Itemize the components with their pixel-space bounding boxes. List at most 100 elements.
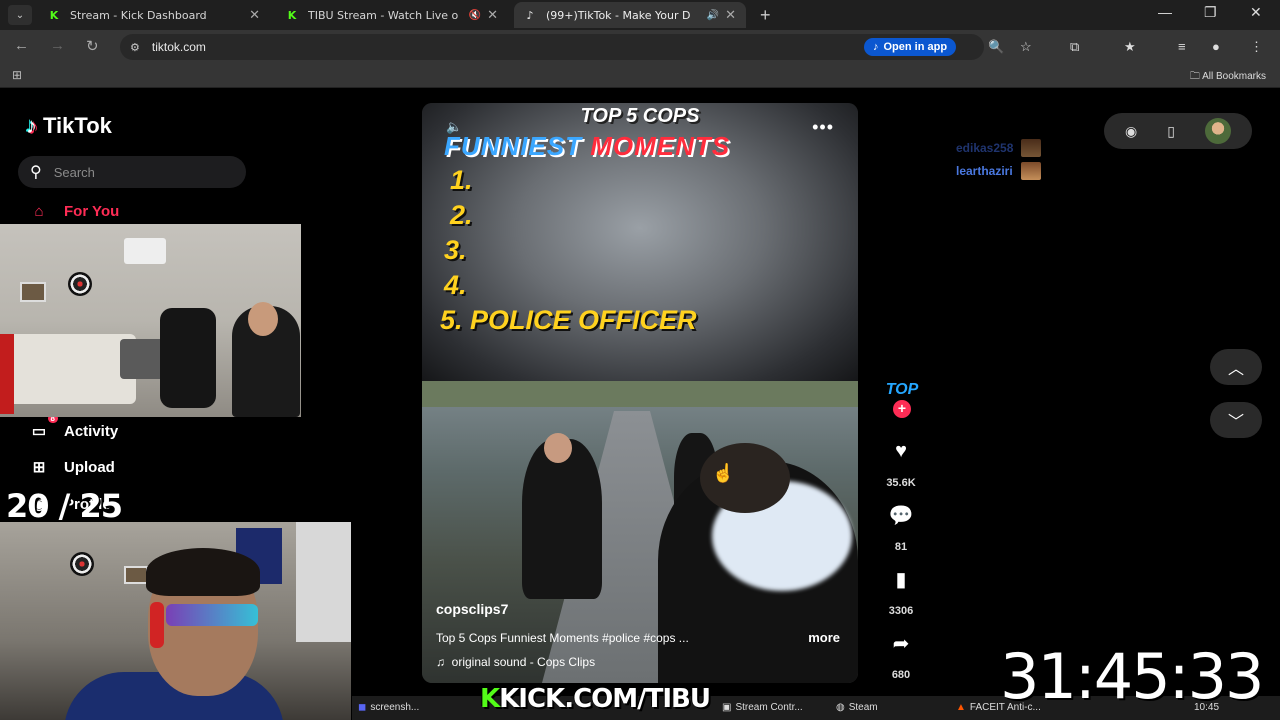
stream-timer: 31:45:33 <box>1000 640 1264 713</box>
taskbar-item-steam[interactable]: ◍ Steam <box>836 702 878 713</box>
site-info-icon[interactable]: ⚙ <box>130 41 140 54</box>
tab-search-button[interactable]: ⌄ <box>8 5 32 25</box>
video-title-line1: TOP 5 COPS <box>580 105 700 127</box>
kick-logo-letter: K <box>480 684 500 714</box>
forward-icon[interactable]: → <box>50 37 65 54</box>
comment-count: 81 <box>894 541 908 553</box>
dartboard <box>70 552 94 576</box>
chat-message: learthaziri <box>956 162 1041 180</box>
comment-icon: 💬 <box>877 491 925 539</box>
user-avatar[interactable] <box>1204 118 1231 144</box>
bookmark-icon: ▮ <box>877 555 925 603</box>
sidebar-item-activity[interactable]: ▭ 8 Activity <box>28 414 118 440</box>
media-control-icon[interactable]: ≡ <box>1178 39 1186 54</box>
bookmark-star-icon[interactable]: ☆ <box>1020 39 1032 55</box>
taskbar-item-stream-control[interactable]: ▣ Stream Contr... <box>722 702 803 713</box>
upload-icon: ⊞ <box>32 459 46 476</box>
tab-strip: ⌄ K Stream - Kick Dashboard ✕ K TIBU Str… <box>0 0 1280 30</box>
volume-icon[interactable]: 🔈 <box>446 119 462 135</box>
title-funniest: FUNNIEST <box>444 131 582 161</box>
air-conditioner <box>124 238 166 264</box>
follow-plus-icon[interactable]: + <box>893 400 911 418</box>
chair-edge <box>0 334 14 414</box>
address-bar[interactable]: ⚙ tiktok.com ♪ Open in app 🔍 ☆ <box>120 34 1032 60</box>
inbox-icon: ▭ 8 <box>28 414 58 440</box>
music-note-icon: ♫ <box>436 655 445 669</box>
rank-3: 3. <box>444 235 467 265</box>
url-text[interactable]: tiktok.com <box>152 40 206 54</box>
all-bookmarks-label: All Bookmarks <box>1202 71 1266 82</box>
sidebar-item-label: For You <box>64 203 120 220</box>
sidebar-item-upload[interactable]: ⊞ Upload <box>28 458 115 477</box>
window-blinds <box>296 522 351 642</box>
tab-tiktok[interactable]: ♪ (99+)TikTok - Make Your D 🔊 ✕ <box>514 2 746 28</box>
close-window-icon[interactable]: ✕ <box>1250 4 1262 21</box>
tiktok-icon: ♪ <box>873 41 879 53</box>
rank-1: 1. <box>450 165 473 195</box>
video-player[interactable]: TOP 5 COPS FUNNIEST MOMENTS 1. 2. 3. 4. … <box>422 103 858 683</box>
video-sound[interactable]: ♫ original sound - Cops Clips <box>436 655 595 669</box>
window-icon: ▣ <box>722 702 732 713</box>
eye-icon[interactable]: ◉ <box>1125 123 1137 140</box>
zoom-icon[interactable]: 🔍 <box>988 39 1004 55</box>
tab-tibu-stream[interactable]: K TIBU Stream - Watch Live o 🔇 ✕ <box>276 2 508 28</box>
home-icon: ⌂ <box>34 203 44 220</box>
save-count: 3306 <box>888 605 914 617</box>
save-button[interactable]: ▮ 3306 <box>872 555 930 617</box>
title-moments: MOMENTS <box>590 131 731 161</box>
new-tab-button[interactable]: + <box>760 5 771 26</box>
share-button[interactable]: ➦ 680 <box>872 619 930 681</box>
webcam-face-overlay <box>0 522 351 720</box>
back-icon[interactable]: ← <box>14 37 29 54</box>
share-icon: ➦ <box>877 619 925 667</box>
streamer-head <box>248 302 278 336</box>
speaker-icon[interactable]: 🔊 <box>707 10 719 21</box>
video-author[interactable]: copsclips7 <box>436 601 508 617</box>
open-in-app-button[interactable]: ♪ Open in app <box>864 38 957 56</box>
comment-button[interactable]: 💬 81 <box>872 491 930 553</box>
minimize-icon[interactable]: — <box>1158 4 1172 20</box>
bookmarks-icon[interactable]: ★ <box>1124 39 1136 55</box>
muted-icon[interactable]: 🔇 <box>469 10 481 21</box>
profile-avatar-icon[interactable]: ● <box>1212 39 1220 54</box>
menu-icon[interactable]: ⋮ <box>1250 39 1263 55</box>
video-description: Top 5 Cops Funniest Moments #police #cop… <box>436 631 689 645</box>
tab-kick-dashboard[interactable]: K Stream - Kick Dashboard ✕ <box>38 2 270 28</box>
search-icon: ⚲ <box>30 164 42 181</box>
description-more-button[interactable]: more <box>808 630 840 645</box>
rank-2: 2. <box>450 200 473 230</box>
rank-5: 5. POLICE OFFICER <box>440 305 697 335</box>
close-tab-icon[interactable]: ✕ <box>725 8 736 23</box>
search-placeholder: Search <box>53 164 95 180</box>
sidebar-item-for-you[interactable]: ⌂ For You <box>28 203 119 220</box>
chevron-up-icon: ︿ <box>1227 361 1244 378</box>
taskbar-label: screensh... <box>370 702 420 713</box>
video-title-line2: FUNNIEST MOMENTS <box>444 131 730 162</box>
restore-icon[interactable]: ❐ <box>1204 4 1217 21</box>
tiktok-logo[interactable]: ♪ TikTok <box>26 113 112 139</box>
apps-grid-icon[interactable]: ⊞ <box>12 68 22 82</box>
webcam-room-overlay <box>0 224 301 417</box>
search-input[interactable]: ⚲ Search <box>18 156 246 188</box>
creator-avatar-button[interactable]: TOP + <box>880 381 924 418</box>
close-tab-icon[interactable]: ✕ <box>487 8 498 23</box>
all-bookmarks-link[interactable]: 🗀 All Bookmarks <box>1190 69 1266 86</box>
bookmarks-bar: ⊞ 🗀 All Bookmarks <box>0 64 1280 88</box>
steam-icon: ◍ <box>836 702 845 713</box>
previous-video-button[interactable]: ︿ <box>1210 349 1262 385</box>
more-options-icon[interactable]: ••• <box>812 117 834 138</box>
sofa <box>0 334 136 404</box>
person-head <box>544 433 572 463</box>
extensions-icon[interactable]: ⧉ <box>1070 39 1079 55</box>
chat-avatar <box>1021 139 1042 157</box>
close-tab-icon[interactable]: ✕ <box>249 8 260 23</box>
next-video-button[interactable]: ﹀ <box>1210 402 1262 438</box>
taskbar-item-discord[interactable]: ◼ screensh... <box>358 702 419 713</box>
tab-title: Stream - Kick Dashboard <box>70 8 207 22</box>
tiktok-icon: ♪ <box>26 113 37 138</box>
rank-4: 4. <box>444 270 467 300</box>
chat-username: learthaziri <box>956 164 1013 178</box>
device-icon[interactable]: ▯ <box>1167 123 1175 140</box>
like-button[interactable]: ♥ 35.6K <box>872 427 930 489</box>
reload-icon[interactable]: ↻ <box>86 37 99 55</box>
